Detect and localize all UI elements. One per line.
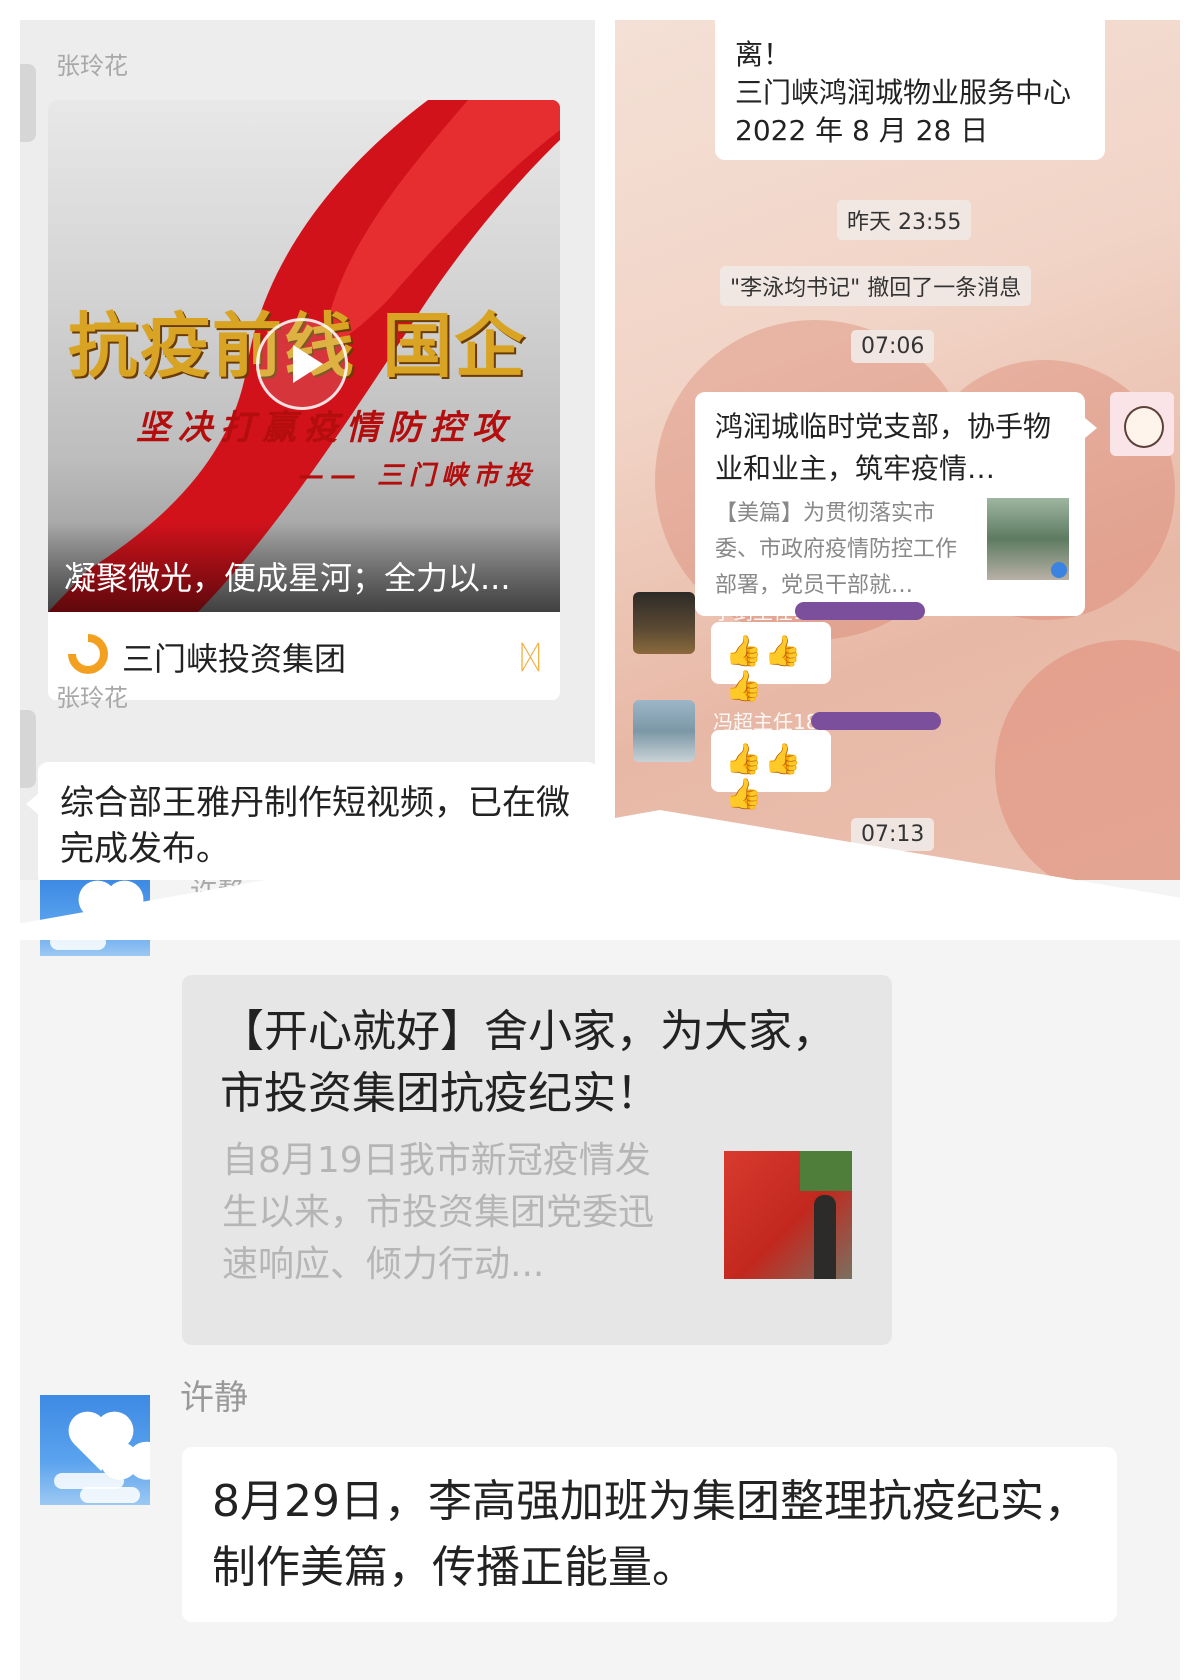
video-thumbnail[interactable]: 抗疫前线 国企 坚决打赢疫情防控攻 —— 三门峡市投 凝聚微光，便成星河；全力以… [48, 100, 560, 612]
heart-wallpaper [995, 640, 1180, 900]
chat-panel-top-right: 离！ 三门峡鸿润城物业服务中心 2022 年 8 月 28 日 昨天 23:55… [615, 20, 1180, 950]
timestamp: 昨天 23:55 [837, 200, 972, 240]
heart-icon [120, 1447, 146, 1473]
chat-panel-bottom: 许静 【开心就好】舍小家，为大家，市投资集团抗疫纪实！ 自8月19日我市新冠疫情… [20, 880, 1180, 1680]
sender-name: 李剑主任1 [713, 600, 806, 624]
message-text: 8月29日，李高强加班为集团整理抗疫纪实，制作美篇，传播正能量。 [212, 1476, 1088, 1593]
sender-name: 许静 [180, 1378, 248, 1418]
video-caption: 凝聚微光，便成星河；全力以... [64, 559, 511, 597]
avatar[interactable] [1110, 392, 1174, 456]
channels-icon: ᛞ [520, 638, 540, 676]
link-card[interactable]: 【开心就好】舍小家，为大家，市投资集团抗疫纪实！ 自8月19日我市新冠疫情发生以… [182, 975, 892, 1345]
message-bubble[interactable]: 👍👍👍 [711, 730, 831, 812]
link-title: 鸿润城临时党支部，协手物业和业主，筑牢疫情… [715, 410, 1052, 485]
recall-notice: "李泳均书记" 撤回了一条消息 [720, 266, 1032, 306]
redaction-scribble [811, 712, 941, 730]
notice-text: 离！ 三门峡鸿润城物业服务中心 2022 年 8 月 28 日 [735, 38, 1072, 147]
link-title: 【开心就好】舍小家，为大家，市投资集团抗疫纪实！ [220, 1006, 836, 1119]
link-card[interactable]: 鸿润城临时党支部，协手物业和业主，筑牢疫情… 【美篇】为贯彻落实市委、市政府疫情… [695, 392, 1097, 616]
link-thumbnail [724, 1151, 852, 1279]
avatar[interactable] [633, 592, 695, 654]
video-byline: —— 三门峡市投 [298, 461, 538, 491]
sender-name: 张玲花 [56, 52, 128, 80]
account-logo-icon [68, 634, 108, 674]
avatar[interactable] [20, 64, 36, 142]
meipian-badge-icon [1051, 562, 1067, 578]
person-graphic [814, 1195, 836, 1279]
link-thumbnail [987, 498, 1069, 580]
link-description: 【美篇】为贯彻落实市委、市政府疫情防控工作部署，党员干部就… [715, 501, 958, 598]
message-bubble[interactable]: 离！ 三门峡鸿润城物业服务中心 2022 年 8 月 28 日 [715, 20, 1105, 160]
tree-graphic [800, 1151, 852, 1191]
message-bubble[interactable]: 8月29日，李高强加班为集团整理抗疫纪实，制作美篇，传播正能量。 [182, 1447, 1117, 1622]
message-bubble[interactable]: 👍👍👍 [711, 622, 831, 704]
link-description: 自8月19日我市新冠疫情发生以来，市投资集团党委迅速响应、倾力行动... [222, 1140, 655, 1285]
account-name: 三门峡投资集团 [122, 640, 347, 678]
avatar[interactable] [633, 700, 695, 762]
sender-name: 张玲花 [56, 684, 128, 712]
video-card[interactable]: 抗疫前线 国企 坚决打赢疫情防控攻 —— 三门峡市投 凝聚微光，便成星河；全力以… [48, 100, 560, 700]
avatar[interactable] [20, 710, 36, 788]
play-icon[interactable] [256, 318, 348, 410]
avatar[interactable] [40, 1395, 150, 1505]
video-subtitle: 坚决打赢疫情防控攻 [136, 408, 514, 448]
timestamp: 07:06 [851, 330, 935, 363]
thumbs-up-icon: 👍👍👍 [725, 634, 804, 704]
thumbs-up-icon: 👍👍👍 [725, 742, 804, 812]
cloud-icon [80, 1487, 140, 1503]
cartoon-girl-icon [1124, 406, 1164, 448]
redaction-scribble [795, 602, 925, 620]
